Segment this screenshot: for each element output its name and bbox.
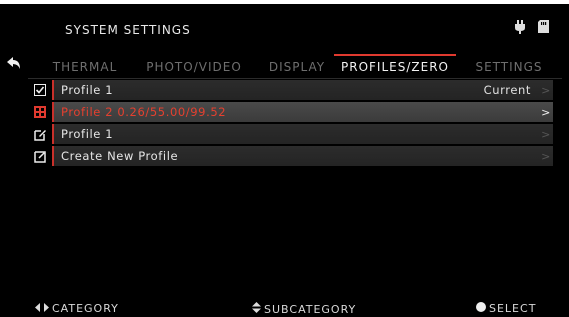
profile-list: Profile 1 Current > Profile 2 0.26/55.00… (28, 80, 553, 168)
tab-photo-video[interactable]: PHOTO/VIDEO (144, 56, 244, 79)
tab-profiles-zero[interactable]: PROFILES/ZERO (334, 54, 456, 79)
left-right-arrows-icon (35, 302, 49, 315)
edit-icon (28, 124, 52, 144)
up-down-arrows-icon (252, 302, 261, 316)
list-item-label: Create New Profile (61, 149, 179, 163)
list-item-bar: Profile 1 > (52, 124, 553, 144)
category-hint: CATEGORY (35, 302, 119, 315)
chevron-right-icon: > (541, 83, 551, 97)
select-hint-label: SELECT (489, 302, 537, 315)
screen: SYSTEM SETTINGS THERMAL PHOTO/VIDEO DISP… (0, 0, 569, 317)
list-item[interactable]: Profile 1 > (28, 124, 553, 144)
chevron-right-icon: > (541, 149, 551, 163)
list-item[interactable]: Profile 1 Current > (28, 80, 553, 100)
list-item-bar: Profile 1 Current > (52, 80, 553, 100)
list-item-label: Profile 2 0.26/55.00/99.52 (61, 105, 227, 119)
checkbox-checked-icon (28, 80, 52, 100)
footer-hints: CATEGORY SUBCATEGORY SELECT (0, 302, 569, 317)
plug-icon (514, 20, 526, 34)
category-tabs: THERMAL PHOTO/VIDEO DISPLAY PROFILES/ZER… (44, 54, 569, 79)
list-item-selected[interactable]: Profile 2 0.26/55.00/99.52 > (28, 102, 553, 122)
new-profile-icon (28, 146, 52, 166)
current-badge: Current (483, 83, 531, 97)
page-title: SYSTEM SETTINGS (65, 23, 191, 37)
list-item-label: Profile 1 (61, 127, 114, 141)
list-item-bar: Create New Profile > (52, 146, 553, 166)
sd-card-icon (538, 20, 549, 34)
chevron-right-icon: > (541, 127, 551, 141)
list-item[interactable]: Create New Profile > (28, 146, 553, 166)
list-item-bar: Profile 2 0.26/55.00/99.52 > (52, 102, 553, 122)
back-arrow-icon[interactable] (6, 55, 22, 71)
chevron-right-icon: > (541, 105, 551, 119)
subcategory-hint-label: SUBCATEGORY (264, 302, 357, 316)
top-border (0, 0, 569, 4)
select-hint: SELECT (476, 302, 536, 315)
tab-thermal[interactable]: THERMAL (50, 56, 120, 79)
status-icons (514, 20, 549, 34)
grid-icon (28, 102, 52, 122)
tab-settings[interactable]: SETTINGS (469, 56, 549, 79)
select-dot-icon (476, 302, 486, 315)
tab-display[interactable]: DISPLAY (262, 56, 332, 79)
subcategory-hint: SUBCATEGORY (252, 302, 356, 316)
list-item-label: Profile 1 (61, 83, 114, 97)
category-hint-label: CATEGORY (52, 302, 119, 315)
tab-divider (28, 78, 562, 79)
